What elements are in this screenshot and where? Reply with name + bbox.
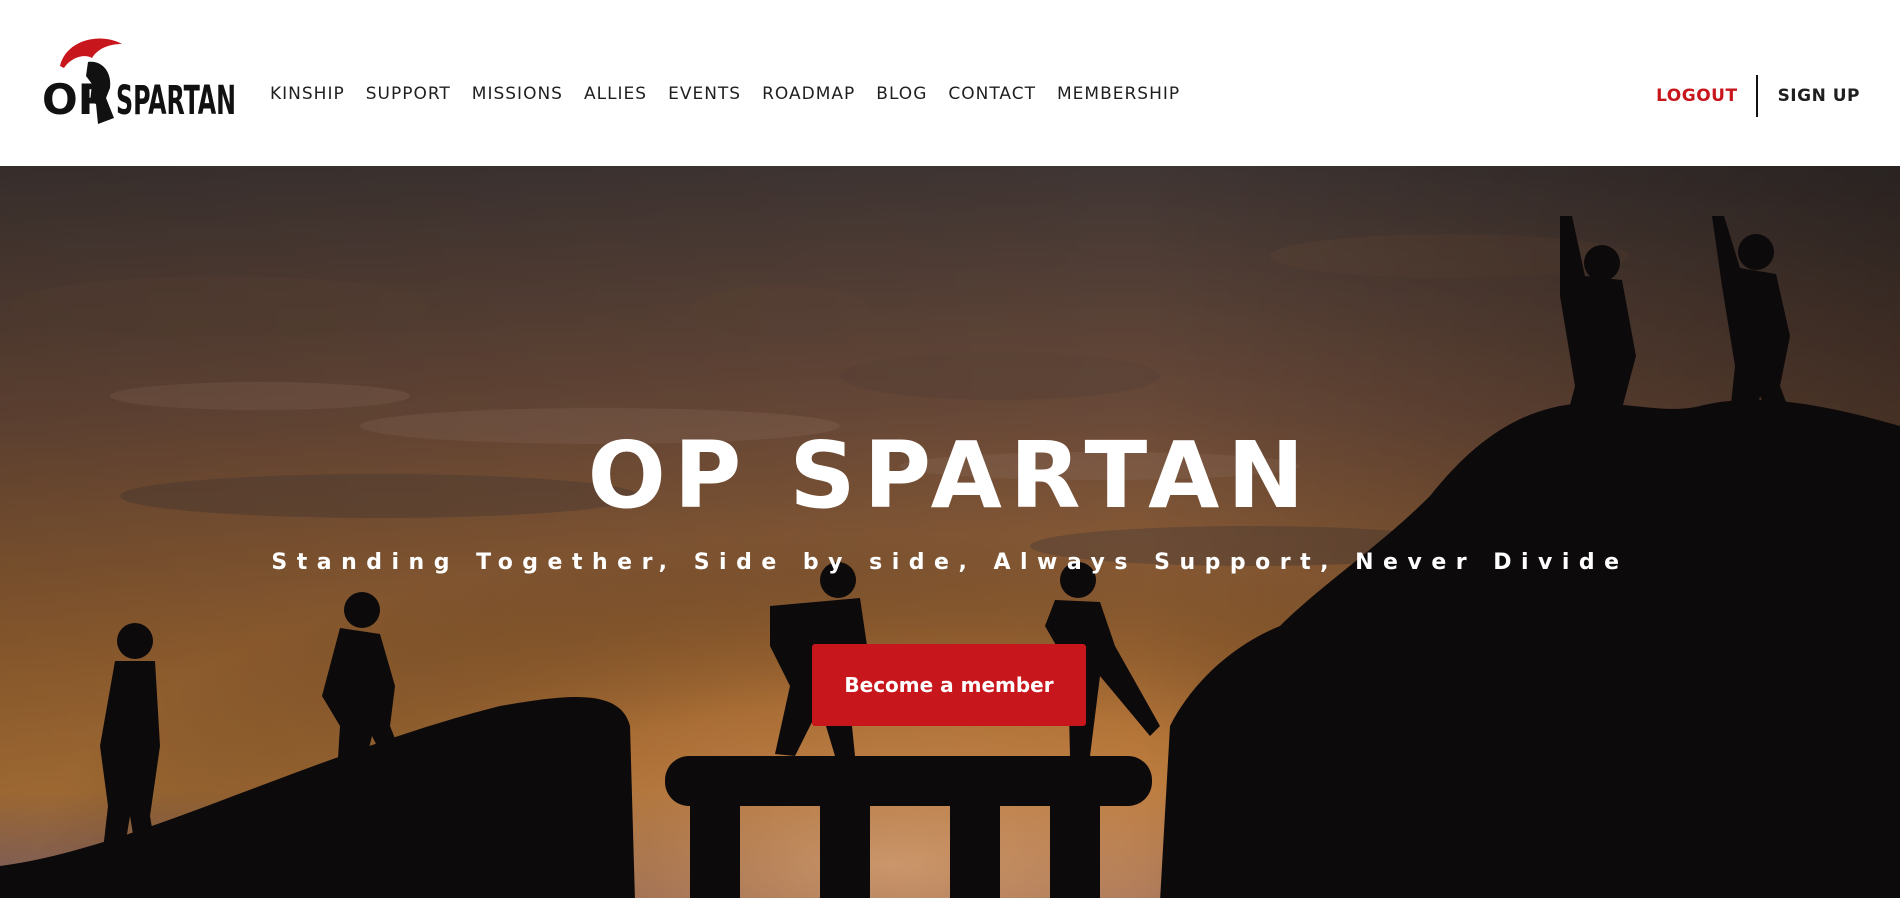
main-nav: KINSHIP SUPPORT MISSIONS ALLIES EVENTS R… xyxy=(270,84,1201,104)
nav-item-roadmap[interactable]: ROADMAP xyxy=(762,84,855,104)
nav-item-events[interactable]: EVENTS xyxy=(668,84,741,104)
site-logo[interactable]: OP SPARTAN xyxy=(40,32,240,127)
hero-subtitle: Standing Together, Side by side, Always … xyxy=(271,550,1629,575)
auth-links: LOGOUT SIGN UP xyxy=(1656,74,1860,118)
nav-item-support[interactable]: SUPPORT xyxy=(366,84,451,104)
become-member-button[interactable]: Become a member xyxy=(812,644,1086,726)
hero-title: OP SPARTAN xyxy=(587,422,1313,529)
nav-item-membership[interactable]: MEMBERSHIP xyxy=(1057,84,1180,104)
site-header: OP SPARTAN KINSHIP SUPPORT MISSIONS ALLI… xyxy=(0,0,1900,166)
nav-item-contact[interactable]: CONTACT xyxy=(948,84,1036,104)
nav-item-allies[interactable]: ALLIES xyxy=(584,84,647,104)
nav-item-blog[interactable]: BLOG xyxy=(876,84,927,104)
hero-background-image xyxy=(0,166,1900,901)
logout-link[interactable]: LOGOUT xyxy=(1656,86,1755,106)
log-silhouette xyxy=(665,756,1152,806)
logo-text-spartan: SPARTAN xyxy=(116,78,236,124)
hero-section: OP SPARTAN Standing Together, Side by si… xyxy=(0,166,1900,901)
nav-item-missions[interactable]: MISSIONS xyxy=(472,84,563,104)
nav-item-kinship[interactable]: KINSHIP xyxy=(270,84,345,104)
logo-text-op: OP xyxy=(42,75,109,124)
signup-link[interactable]: SIGN UP xyxy=(1758,86,1860,106)
